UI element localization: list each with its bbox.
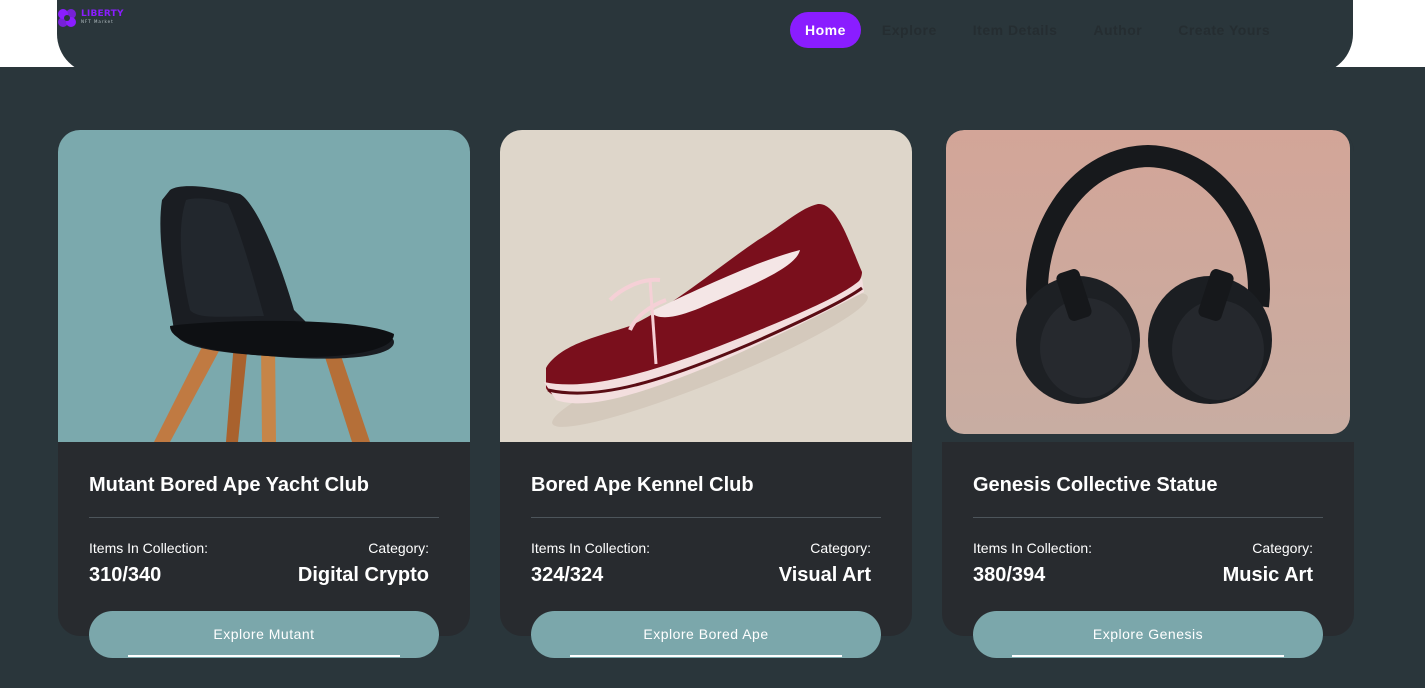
items-value: 324/324 [531, 564, 604, 586]
logo[interactable]: LIBERTY NFT Market [57, 8, 132, 28]
category-label: Category: [810, 540, 871, 556]
collection-title: Bored Ape Kennel Club [531, 474, 754, 496]
explore-button-label: Explore Mutant [213, 626, 315, 642]
collection-card-bored-ape[interactable]: Bored Ape Kennel Club Items In Collectio… [500, 130, 912, 636]
collection-image-chair[interactable] [58, 130, 470, 442]
collection-image-sneaker[interactable] [500, 130, 912, 442]
chair-image [154, 186, 394, 442]
explore-button-label: Explore Bored Ape [643, 626, 769, 642]
category-value: Music Art [1222, 564, 1313, 586]
nav-explore[interactable]: Explore [867, 12, 952, 48]
logo-text: LIBERTY [81, 9, 124, 19]
explore-button-label: Explore Genesis [1092, 626, 1204, 642]
nav-author[interactable]: Author [1078, 12, 1157, 48]
category-label: Category: [368, 540, 429, 556]
logo-icon [58, 9, 76, 27]
collection-image-headphones[interactable] [942, 130, 1354, 442]
items-value: 380/394 [973, 564, 1046, 586]
sneaker-image [544, 203, 868, 427]
nav-item-details[interactable]: Item Details [958, 12, 1073, 48]
items-label: Items In Collection: [89, 540, 209, 556]
items-value: 310/340 [89, 564, 162, 586]
button-underline [128, 655, 400, 657]
divider [89, 517, 439, 518]
explore-genesis-button[interactable]: Explore Genesis [973, 611, 1323, 658]
items-label: Items In Collection: [973, 540, 1093, 556]
items-label: Items In Collection: [531, 540, 651, 556]
collection-card-genesis[interactable]: Genesis Collective Statue Items In Colle… [942, 130, 1354, 636]
category-label: Category: [1252, 540, 1313, 556]
collection-card-mutant[interactable]: Mutant Bored Ape Yacht Club Items In Col… [58, 130, 470, 636]
collection-title: Genesis Collective Statue [973, 474, 1218, 496]
divider [973, 517, 1323, 518]
divider [531, 517, 881, 518]
category-value: Digital Crypto [297, 564, 429, 586]
headphones-image [946, 130, 1350, 434]
explore-bored-ape-button[interactable]: Explore Bored Ape [531, 611, 881, 658]
explore-mutant-button[interactable]: Explore Mutant [89, 611, 439, 658]
button-underline [1012, 655, 1284, 657]
main-nav: Home Explore Item Details Author Create … [790, 12, 1291, 48]
button-underline [570, 655, 842, 657]
nav-create-yours[interactable]: Create Yours [1163, 12, 1285, 48]
nav-home[interactable]: Home [790, 12, 861, 48]
collection-title: Mutant Bored Ape Yacht Club [89, 474, 370, 496]
category-value: Visual Art [778, 564, 871, 586]
logo-subtext: NFT Market [81, 19, 114, 24]
